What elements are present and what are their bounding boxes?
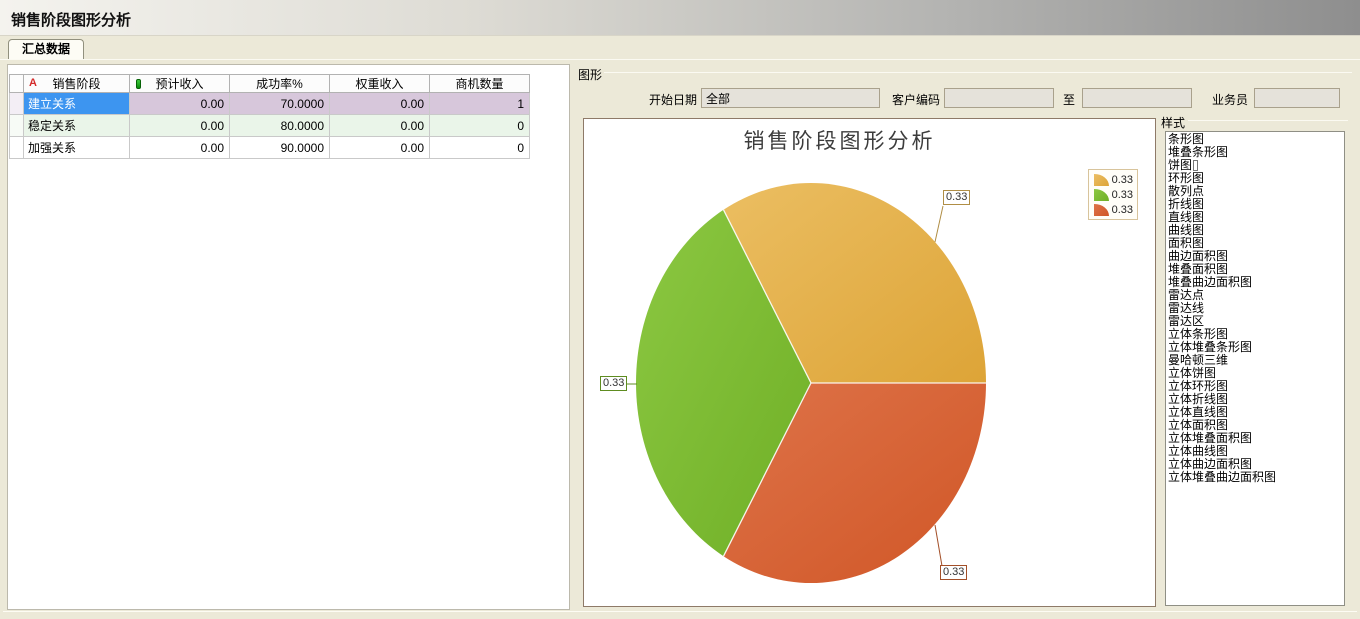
cell-success[interactable]: 90.0000 <box>230 137 330 159</box>
cell-expected[interactable]: 0.00 <box>130 115 230 137</box>
table-row[interactable]: 稳定关系0.0080.00000.000 <box>10 115 530 137</box>
callout-line-2 <box>935 525 942 566</box>
legend-swatch <box>1094 174 1109 186</box>
app-window: 销售阶段图形分析 汇总数据 A 销售阶段 <box>0 0 1360 619</box>
page-title: 销售阶段图形分析 <box>11 9 131 30</box>
cell-stage[interactable]: 建立关系 <box>24 93 130 115</box>
legend-label: 0.33 <box>1112 189 1133 201</box>
graph-group-label: 图形 <box>578 66 602 83</box>
row-indicator-header <box>10 75 24 93</box>
cell-weighted[interactable]: 0.00 <box>330 93 430 115</box>
legend-item: 0.33 <box>1094 204 1133 216</box>
customer-code-to-input[interactable] <box>1082 88 1192 108</box>
tab-strip: 汇总数据 <box>0 36 1360 60</box>
column-header-success[interactable]: 成功率% <box>230 75 330 93</box>
focus-caret <box>1193 160 1198 171</box>
start-date-input[interactable] <box>701 88 880 108</box>
customer-code-input[interactable] <box>944 88 1054 108</box>
sales-stage-table: A 销售阶段 预计收入 成功率% 权重收入 商机数量 建立关系0.0070.00… <box>9 74 530 159</box>
legend-label: 0.33 <box>1112 204 1133 216</box>
column-header-count[interactable]: 商机数量 <box>430 75 530 93</box>
cell-stage[interactable]: 稳定关系 <box>24 115 130 137</box>
cell-stage[interactable]: 加强关系 <box>24 137 130 159</box>
sort-a-icon: A <box>29 77 37 89</box>
content-area: A 销售阶段 预计收入 成功率% 权重收入 商机数量 建立关系0.0070.00… <box>0 60 1360 619</box>
table-body: 建立关系0.0070.00000.001稳定关系0.0080.00000.000… <box>10 93 530 159</box>
tab-summary-data[interactable]: 汇总数据 <box>8 39 84 60</box>
cell-expected[interactable]: 0.00 <box>130 93 230 115</box>
column-header-weighted[interactable]: 权重收入 <box>330 75 430 93</box>
legend-label: 0.33 <box>1112 174 1133 186</box>
legend: 0.33 0.33 0.33 <box>1088 169 1138 220</box>
table-row[interactable]: 加强关系0.0090.00000.000 <box>10 137 530 159</box>
title-bar: 销售阶段图形分析 <box>0 0 1360 36</box>
graph-group-line <box>604 72 1352 73</box>
cell-count[interactable]: 0 <box>430 115 530 137</box>
cell-success[interactable]: 80.0000 <box>230 115 330 137</box>
row-indicator <box>10 137 24 159</box>
style-item[interactable]: 立体堆叠曲边面积图 <box>1168 471 1344 484</box>
green-bar-icon <box>136 79 141 89</box>
callout-label-0: 0.33 <box>943 190 970 205</box>
column-header-stage[interactable]: A 销售阶段 <box>24 75 130 93</box>
row-indicator <box>10 93 24 115</box>
column-header-expected[interactable]: 预计收入 <box>130 75 230 93</box>
start-date-label: 开始日期 <box>641 91 697 108</box>
customer-code-label: 客户编码 <box>884 91 940 108</box>
bottom-divider <box>3 611 1357 612</box>
style-group-line <box>1188 120 1348 121</box>
pie-chart <box>584 119 1155 606</box>
cell-count[interactable]: 0 <box>430 137 530 159</box>
salesman-input[interactable] <box>1254 88 1340 108</box>
callout-label-2: 0.33 <box>940 565 967 580</box>
chart-area: 销售阶段图形分析 <box>583 118 1156 607</box>
cell-expected[interactable]: 0.00 <box>130 137 230 159</box>
table-header-row: A 销售阶段 预计收入 成功率% 权重收入 商机数量 <box>10 75 530 93</box>
salesman-label: 业务员 <box>1204 91 1248 108</box>
style-list: 条形图堆叠条形图饼图环形图散列点折线图直线图曲线图面积图曲边面积图堆叠面积图堆叠… <box>1165 131 1345 606</box>
legend-swatch <box>1094 204 1109 216</box>
cell-count[interactable]: 1 <box>430 93 530 115</box>
row-indicator <box>10 115 24 137</box>
cell-weighted[interactable]: 0.00 <box>330 115 430 137</box>
summary-grid-panel: A 销售阶段 预计收入 成功率% 权重收入 商机数量 建立关系0.0070.00… <box>7 64 570 610</box>
legend-item: 0.33 <box>1094 174 1133 186</box>
style-item[interactable]: 堆叠条形图 <box>1168 146 1344 159</box>
callout-line-0 <box>935 206 943 242</box>
legend-swatch <box>1094 189 1109 201</box>
cell-success[interactable]: 70.0000 <box>230 93 330 115</box>
cell-weighted[interactable]: 0.00 <box>330 137 430 159</box>
to-label: 至 <box>1060 91 1078 108</box>
style-group-label: 样式 <box>1161 114 1185 131</box>
legend-item: 0.33 <box>1094 189 1133 201</box>
callout-label-1: 0.33 <box>600 376 627 391</box>
table-row[interactable]: 建立关系0.0070.00000.001 <box>10 93 530 115</box>
